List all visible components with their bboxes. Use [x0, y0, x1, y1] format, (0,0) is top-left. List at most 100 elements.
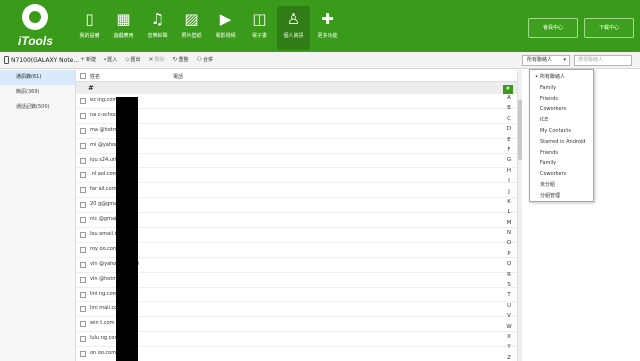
row-checkbox[interactable] [80, 112, 86, 119]
table-row[interactable]: lulu ng.com.tw [76, 332, 517, 348]
table-row[interactable]: ma @hotmail.com [76, 124, 517, 139]
dropdown-item[interactable]: Friends [530, 94, 593, 105]
alpha-letter[interactable]: G [503, 157, 515, 167]
alpha-letter[interactable]: T [503, 292, 515, 302]
alpha-letter[interactable]: W [503, 324, 515, 334]
table-row[interactable]: mi @yahoo.com.tw [76, 139, 517, 154]
dropdown-item-ungrouped[interactable]: 未分組 [530, 180, 593, 191]
merge-button[interactable]: ⚇合併 [197, 56, 213, 64]
nav-music[interactable]: ♫ 音樂鈴聲 [141, 6, 174, 50]
dropdown-item-manage-groups[interactable]: 分組管理 [530, 191, 593, 202]
row-checkbox[interactable] [80, 306, 86, 313]
row-checkbox[interactable] [80, 202, 86, 209]
table-row[interactable]: lou s24.url.com.tw [76, 154, 517, 169]
row-checkbox[interactable] [80, 187, 86, 194]
row-checkbox[interactable] [80, 127, 86, 134]
device-selector[interactable]: N7100(GALAXY Note... [4, 56, 79, 64]
table-row[interactable]: lmi mail.com [76, 302, 517, 318]
search-input[interactable]: 搜尋聯絡人 [574, 55, 632, 66]
row-checkbox[interactable] [80, 217, 86, 224]
dropdown-item[interactable]: My Contacts [530, 126, 593, 137]
sidebar-item-messages[interactable]: 簡訊(369) [0, 85, 75, 100]
alpha-letter[interactable]: D [503, 126, 515, 136]
table-row[interactable]: .nl aol.com [76, 168, 517, 184]
table-row[interactable]: far ail.com [76, 183, 517, 199]
alpha-letter[interactable]: F [503, 147, 515, 157]
column-name[interactable]: 姓名 [90, 73, 100, 80]
row-checkbox[interactable] [80, 321, 86, 328]
nav-photos[interactable]: ▨ 照片壁紙 [175, 6, 208, 50]
sidebar-item-contacts[interactable]: 通訊錄(61) [0, 70, 75, 85]
alpha-letter[interactable]: R [503, 272, 515, 282]
table-row[interactable]: on oo.com.tw [76, 347, 517, 361]
alpha-letter[interactable]: Y [503, 344, 515, 354]
select-all-checkbox[interactable] [80, 73, 86, 79]
export-button[interactable]: ⬦匯出 [125, 56, 140, 64]
row-checkbox[interactable] [80, 351, 86, 358]
sidebar-item-call-log[interactable]: 通話記錄(500) [0, 100, 75, 115]
alpha-hash[interactable]: # [503, 85, 513, 94]
alpha-letter[interactable]: O [503, 240, 515, 250]
row-checkbox[interactable] [80, 172, 86, 179]
table-row[interactable]: 20 g@gmail.com [76, 198, 517, 214]
delete-button[interactable]: ✕刪除 [148, 56, 164, 64]
dropdown-item[interactable]: Family [530, 158, 593, 169]
alpha-letter[interactable]: X [503, 334, 515, 344]
alpha-letter[interactable]: Z [503, 355, 515, 361]
alpha-letter[interactable]: J [503, 189, 515, 199]
row-checkbox[interactable] [80, 336, 86, 343]
alpha-letter[interactable]: E [503, 137, 515, 147]
table-row[interactable]: lini ng.com.tw [76, 288, 517, 303]
alpha-letter[interactable]: L [503, 209, 515, 219]
nav-apps[interactable]: ▦ 遊戲應用 [107, 6, 140, 50]
row-checkbox[interactable] [80, 291, 86, 298]
row-checkbox[interactable] [80, 232, 86, 239]
dropdown-item-all[interactable]: • 所有聯絡人 [530, 72, 593, 83]
table-row[interactable]: vin @hotmail.com [76, 273, 517, 288]
row-checkbox[interactable] [80, 142, 86, 149]
alpha-letter[interactable]: I [503, 178, 515, 188]
column-phone[interactable]: 電話 [173, 73, 183, 80]
dropdown-item[interactable]: Starred in Android [530, 137, 593, 148]
dropdown-item[interactable]: ICE [530, 115, 593, 126]
row-checkbox[interactable] [80, 246, 86, 253]
alpha-letter[interactable]: K [503, 199, 515, 209]
row-checkbox[interactable] [80, 157, 86, 164]
table-row[interactable]: lou email.tw [76, 228, 517, 243]
nav-video[interactable]: ▶ 電影視頻 [209, 6, 242, 50]
row-checkbox[interactable] [80, 261, 86, 268]
nav-more[interactable]: ✚ 更多功能 [311, 6, 344, 50]
table-row[interactable]: nic @gmail.com [76, 213, 517, 229]
row-checkbox[interactable] [80, 98, 86, 104]
alpha-letter[interactable]: A [503, 95, 515, 105]
alpha-letter[interactable]: B [503, 105, 515, 115]
alpha-letter[interactable]: N [503, 230, 515, 240]
nav-my-device[interactable]: ▯ 我的設備 [73, 6, 106, 50]
alpha-letter[interactable]: C [503, 116, 515, 126]
alpha-letter[interactable]: Q [503, 261, 515, 271]
alpha-letter[interactable]: H [503, 168, 515, 178]
nav-ebook[interactable]: ◫ 電子書 [243, 6, 276, 50]
itools-logo[interactable]: iTools [14, 4, 62, 48]
dropdown-item[interactable]: Family [530, 83, 593, 94]
table-row[interactable]: na c-school.com [76, 109, 517, 124]
contact-group-select[interactable]: 所有聯絡人 ▾ [522, 55, 570, 66]
table-row[interactable]: win t.com [76, 317, 517, 333]
alpha-letter[interactable]: M [503, 220, 515, 230]
refresh-button[interactable]: ↻重整 [173, 56, 189, 64]
alpha-letter[interactable]: V [503, 313, 515, 323]
table-row[interactable]: roy oo.com.tw [76, 243, 517, 258]
row-checkbox[interactable] [80, 276, 86, 283]
dropdown-item[interactable]: Coworkers [530, 104, 593, 115]
download-center-button[interactable]: 下載中心 [584, 18, 634, 38]
dropdown-item[interactable]: Friends [530, 148, 593, 159]
import-button[interactable]: ⬩匯入 [104, 56, 117, 64]
alpha-letter[interactable]: U [503, 303, 515, 313]
table-row[interactable]: vin @yahoo.com.tw [76, 258, 517, 273]
nav-personal-info[interactable]: ♙ 個人資訊 [277, 6, 310, 50]
table-row[interactable]: ez ing.com.tw [76, 94, 517, 109]
member-center-button[interactable]: 會員中心 [528, 18, 578, 38]
dropdown-item[interactable]: Coworkers [530, 169, 593, 180]
alpha-letter[interactable]: P [503, 251, 515, 261]
alpha-letter[interactable]: S [503, 282, 515, 292]
